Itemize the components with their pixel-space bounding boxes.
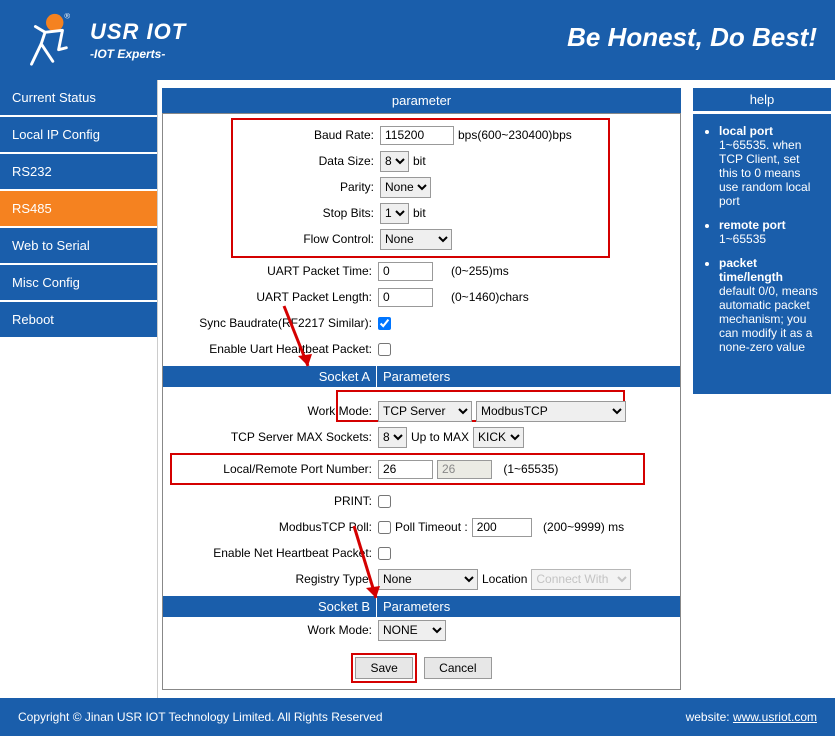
uart-heartbeat-checkbox[interactable]	[378, 343, 391, 356]
sidebar-item-reboot[interactable]: Reboot	[0, 302, 157, 339]
slogan: Be Honest, Do Best!	[567, 22, 817, 53]
highlight-port: Local/Remote Port Number: (1~65535)	[170, 453, 645, 485]
sidebar-item-rs232[interactable]: RS232	[0, 154, 157, 191]
help-item: remote port1~65535	[719, 218, 821, 246]
modbus-poll-checkbox[interactable]	[378, 521, 391, 534]
net-heartbeat-checkbox[interactable]	[378, 547, 391, 560]
stop-bits-label: Stop Bits:	[233, 206, 380, 220]
sidebar-item-rs485[interactable]: RS485	[0, 191, 157, 228]
port-hint: (1~65535)	[503, 462, 558, 476]
svg-text:®: ®	[64, 12, 70, 21]
local-port-input[interactable]	[378, 460, 433, 479]
brand-subtitle: -IOT Experts-	[90, 47, 186, 61]
save-button[interactable]: Save	[355, 657, 412, 679]
logo-box: ® USR IOT -IOT Experts-	[18, 11, 186, 69]
logo-icon: ®	[18, 11, 76, 69]
data-size-label: Data Size:	[233, 154, 380, 168]
print-checkbox[interactable]	[378, 495, 391, 508]
baud-rate-input[interactable]	[380, 126, 454, 145]
sidebar-item-web-to-serial[interactable]: Web to Serial	[0, 228, 157, 265]
website-link[interactable]: www.usriot.com	[733, 710, 817, 724]
modbus-poll-label: ModbusTCP Poll:	[163, 520, 378, 534]
max-sockets-label: TCP Server MAX Sockets:	[163, 430, 378, 444]
panel-title: parameter	[162, 88, 681, 113]
header: ® USR IOT -IOT Experts- Be Honest, Do Be…	[0, 0, 835, 80]
help-panel: help local port1~65535. when TCP Client,…	[685, 80, 835, 698]
brand-title: USR IOT	[90, 19, 186, 45]
sync-baudrate-checkbox[interactable]	[378, 317, 391, 330]
max-sockets-kick-select[interactable]: KICK	[473, 427, 524, 448]
sidebar: Current Status Local IP Config RS232 RS4…	[0, 80, 158, 698]
help-title: help	[693, 88, 831, 111]
max-sockets-mid: Up to MAX	[411, 430, 469, 444]
work-mode-b-label: Work Mode:	[163, 623, 378, 637]
uart-packet-time-label: UART Packet Time:	[163, 264, 378, 278]
socket-b-header-left: Socket B	[163, 596, 377, 617]
work-mode-a-proto-select[interactable]: ModbusTCP	[476, 401, 626, 422]
registry-type-label: Registry Type:	[163, 572, 378, 586]
uart-heartbeat-label: Enable Uart Heartbeat Packet:	[163, 342, 378, 356]
sidebar-item-local-ip[interactable]: Local IP Config	[0, 117, 157, 154]
remote-port-input[interactable]	[437, 460, 492, 479]
socket-a-header-right: Parameters	[377, 366, 680, 387]
button-row: Save Cancel	[163, 653, 680, 683]
baud-rate-hint: bps(600~230400)bps	[458, 128, 572, 142]
stop-bits-select[interactable]: 1	[380, 203, 409, 224]
flow-control-select[interactable]: None	[380, 229, 452, 250]
stop-bits-hint: bit	[413, 206, 426, 220]
flow-control-label: Flow Control:	[233, 232, 380, 246]
uart-packet-length-label: UART Packet Length:	[163, 290, 378, 304]
registry-location-select[interactable]: Connect With	[531, 569, 631, 590]
footer: Copyright © Jinan USR IOT Technology Lim…	[0, 698, 835, 736]
uart-packet-length-hint: (0~1460)chars	[451, 290, 529, 304]
poll-timeout-label: Poll Timeout :	[395, 520, 468, 534]
socket-b-header-right: Parameters	[377, 596, 680, 617]
highlight-save: Save	[351, 653, 416, 683]
help-item: packet time/lengthdefault 0/0, means aut…	[719, 256, 821, 354]
net-heartbeat-label: Enable Net Heartbeat Packet:	[163, 546, 378, 560]
parity-select[interactable]: None	[380, 177, 431, 198]
print-label: PRINT:	[163, 494, 378, 508]
sidebar-item-current-status[interactable]: Current Status	[0, 80, 157, 117]
baud-rate-label: Baud Rate:	[233, 128, 380, 142]
main-panel: parameter Baud Rate: bps(600~230400)bps …	[158, 80, 685, 698]
poll-timeout-hint: (200~9999) ms	[543, 520, 624, 534]
footer-website: website: www.usriot.com	[686, 710, 817, 724]
copyright-text: Copyright © Jinan USR IOT Technology Lim…	[18, 710, 383, 724]
work-mode-a-label: Work Mode:	[163, 404, 378, 418]
sidebar-item-misc-config[interactable]: Misc Config	[0, 265, 157, 302]
socket-b-header: Socket B Parameters	[163, 596, 680, 617]
max-sockets-select[interactable]: 8	[378, 427, 407, 448]
help-item: local port1~65535. when TCP Client, set …	[719, 124, 821, 208]
port-label: Local/Remote Port Number:	[172, 462, 378, 476]
data-size-select[interactable]: 8	[380, 151, 409, 172]
work-mode-b-select[interactable]: NONE	[378, 620, 446, 641]
uart-packet-time-hint: (0~255)ms	[451, 264, 509, 278]
uart-packet-length-input[interactable]	[378, 288, 433, 307]
help-body: local port1~65535. when TCP Client, set …	[693, 114, 831, 394]
data-size-hint: bit	[413, 154, 426, 168]
work-mode-a-select[interactable]: TCP Server	[378, 401, 472, 422]
registry-location-label: Location	[482, 572, 527, 586]
poll-timeout-input[interactable]	[472, 518, 532, 537]
socket-a-header-left: Socket A	[163, 366, 377, 387]
highlight-serial: Baud Rate: bps(600~230400)bps Data Size:…	[231, 118, 610, 258]
cancel-button[interactable]: Cancel	[424, 657, 491, 679]
sync-baudrate-label: Sync Baudrate(RF2217 Similar):	[163, 316, 378, 330]
registry-type-select[interactable]: None	[378, 569, 478, 590]
parity-label: Parity:	[233, 180, 380, 194]
socket-a-header: Socket A Parameters	[163, 366, 680, 387]
uart-packet-time-input[interactable]	[378, 262, 433, 281]
